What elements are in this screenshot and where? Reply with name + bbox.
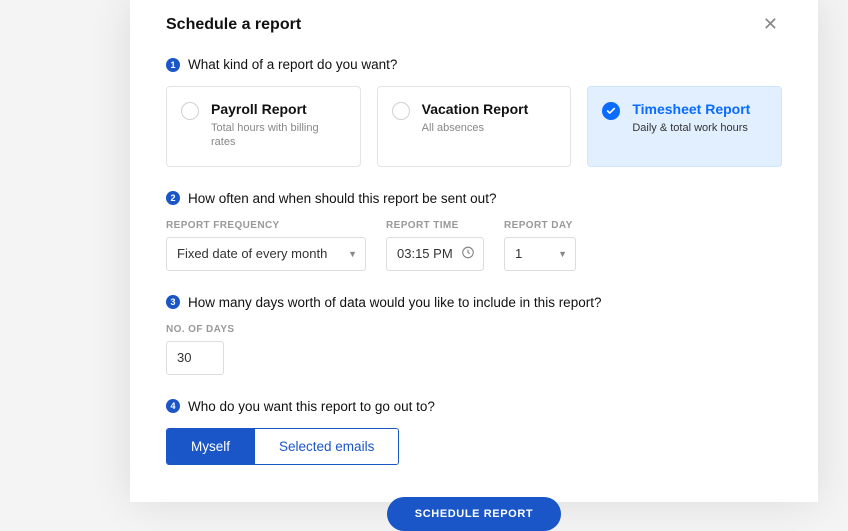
days-value: 30 bbox=[177, 350, 191, 365]
question-text-4: Who do you want this report to go out to… bbox=[188, 399, 435, 414]
option-subtitle: Total hours with billing rates bbox=[211, 121, 346, 150]
frequency-select[interactable]: Fixed date of every month ▼ bbox=[166, 237, 366, 271]
time-label: REPORT TIME bbox=[386, 220, 484, 231]
clock-icon bbox=[461, 245, 475, 262]
day-field-group: REPORT DAY 1 ▼ bbox=[504, 220, 576, 271]
chevron-down-icon: ▼ bbox=[348, 249, 357, 259]
time-input[interactable]: 03:15 PM bbox=[386, 237, 484, 271]
chevron-down-icon: ▼ bbox=[558, 249, 567, 259]
option-title: Timesheet Report bbox=[632, 101, 750, 117]
check-icon bbox=[602, 102, 620, 120]
recipient-myself-button[interactable]: Myself bbox=[167, 429, 254, 464]
question-text-3: How many days worth of data would you li… bbox=[188, 295, 601, 310]
day-label: REPORT DAY bbox=[504, 220, 576, 231]
section-schedule: 2 How often and when should this report … bbox=[166, 191, 782, 271]
submit-row: SCHEDULE REPORT bbox=[166, 489, 782, 531]
section-report-type: 1 What kind of a report do you want? Pay… bbox=[166, 57, 782, 167]
days-input[interactable]: 30 bbox=[166, 341, 224, 375]
day-value: 1 bbox=[515, 246, 522, 261]
option-subtitle: Daily & total work hours bbox=[632, 121, 750, 135]
option-title: Payroll Report bbox=[211, 101, 346, 117]
modal-title: Schedule a report bbox=[166, 16, 301, 34]
modal-header: Schedule a report ✕ bbox=[166, 10, 782, 57]
time-value: 03:15 PM bbox=[397, 246, 453, 261]
step-badge-3: 3 bbox=[166, 295, 180, 309]
day-select[interactable]: 1 ▼ bbox=[504, 237, 576, 271]
report-type-options: Payroll Report Total hours with billing … bbox=[166, 86, 782, 167]
close-button[interactable]: ✕ bbox=[759, 10, 782, 39]
schedule-report-modal: Schedule a report ✕ 1 What kind of a rep… bbox=[130, 0, 818, 502]
frequency-label: REPORT FREQUENCY bbox=[166, 220, 366, 231]
section-days: 3 How many days worth of data would you … bbox=[166, 295, 782, 375]
frequency-field-group: REPORT FREQUENCY Fixed date of every mon… bbox=[166, 220, 366, 271]
radio-icon bbox=[181, 102, 199, 120]
question-row-3: 3 How many days worth of data would you … bbox=[166, 295, 782, 310]
option-title: Vacation Report bbox=[422, 101, 529, 117]
frequency-value: Fixed date of every month bbox=[177, 246, 327, 261]
question-text-1: What kind of a report do you want? bbox=[188, 57, 397, 72]
step-badge-2: 2 bbox=[166, 191, 180, 205]
question-row-2: 2 How often and when should this report … bbox=[166, 191, 782, 206]
radio-icon bbox=[392, 102, 410, 120]
option-timesheet-report[interactable]: Timesheet Report Daily & total work hour… bbox=[587, 86, 782, 167]
option-subtitle: All absences bbox=[422, 121, 529, 135]
days-field-group: NO. OF DAYS 30 bbox=[166, 324, 782, 375]
schedule-fields: REPORT FREQUENCY Fixed date of every mon… bbox=[166, 220, 782, 271]
question-row-4: 4 Who do you want this report to go out … bbox=[166, 399, 782, 414]
option-payroll-report[interactable]: Payroll Report Total hours with billing … bbox=[166, 86, 361, 167]
question-row-1: 1 What kind of a report do you want? bbox=[166, 57, 782, 72]
step-badge-1: 1 bbox=[166, 58, 180, 72]
step-badge-4: 4 bbox=[166, 399, 180, 413]
option-vacation-report[interactable]: Vacation Report All absences bbox=[377, 86, 572, 167]
time-field-group: REPORT TIME 03:15 PM bbox=[386, 220, 484, 271]
section-recipients: 4 Who do you want this report to go out … bbox=[166, 399, 782, 465]
recipient-selected-emails-button[interactable]: Selected emails bbox=[254, 429, 398, 464]
question-text-2: How often and when should this report be… bbox=[188, 191, 496, 206]
recipient-toggle: Myself Selected emails bbox=[166, 428, 399, 465]
close-icon: ✕ bbox=[763, 14, 778, 34]
days-label: NO. OF DAYS bbox=[166, 324, 782, 335]
